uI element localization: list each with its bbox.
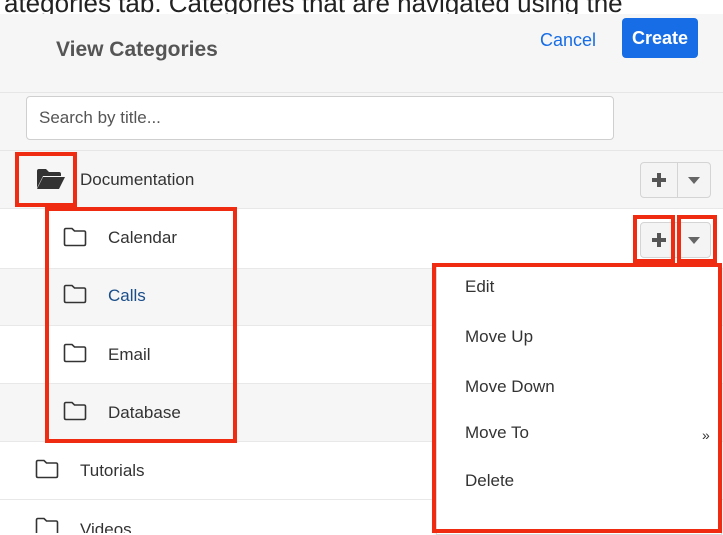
add-child-button[interactable] <box>641 163 678 197</box>
tree-row-calendar[interactable]: Calendar <box>0 209 723 269</box>
plus-icon <box>652 233 666 247</box>
folder-icon <box>63 284 87 304</box>
row-action-group <box>640 222 711 258</box>
plus-icon <box>652 173 666 187</box>
folder-icon <box>35 459 59 479</box>
cropped-text-fragment: ategories tab. Categories that are navig… <box>0 0 723 14</box>
folder-open-icon[interactable] <box>36 168 66 190</box>
menu-item-edit[interactable]: Edit <box>465 277 494 297</box>
menu-item-move-down[interactable]: Move Down <box>465 377 555 397</box>
row-menu-button[interactable] <box>678 223 710 257</box>
row-action-group <box>640 162 711 198</box>
dialog-header: View Categories Cancel Create <box>0 14 723 93</box>
tree-item-label[interactable]: Calls <box>108 286 146 306</box>
folder-icon <box>63 343 87 363</box>
menu-item-delete[interactable]: Delete <box>465 471 514 491</box>
row-context-menu: Edit Move Up Move Down Move To » Delete <box>436 265 722 535</box>
tree-item-label: Tutorials <box>80 461 145 480</box>
menu-item-move-to[interactable]: Move To <box>465 423 529 443</box>
add-child-button[interactable] <box>641 223 678 257</box>
cropped-text: ategories tab. Categories that are navig… <box>4 0 723 14</box>
menu-item-move-up[interactable]: Move Up <box>465 327 533 347</box>
submenu-arrow-icon: » <box>702 427 710 443</box>
search-area <box>0 93 723 151</box>
caret-down-icon <box>688 236 700 244</box>
create-button[interactable]: Create <box>622 18 698 58</box>
search-input[interactable] <box>26 96 614 140</box>
page-title: View Categories <box>56 38 218 61</box>
folder-icon <box>35 517 59 533</box>
tree-row-documentation[interactable]: Documentation <box>0 151 723 209</box>
row-menu-button[interactable] <box>678 163 710 197</box>
tree-item-label: Videos <box>80 520 132 533</box>
tree-item-label: Database <box>108 403 181 422</box>
tree-item-label: Calendar <box>108 228 177 247</box>
folder-icon <box>63 401 87 421</box>
cancel-button[interactable]: Cancel <box>540 30 596 51</box>
tree-item-label: Documentation <box>80 170 195 189</box>
caret-down-icon <box>688 176 700 184</box>
folder-icon <box>63 227 87 247</box>
tree-item-label: Email <box>108 345 151 364</box>
